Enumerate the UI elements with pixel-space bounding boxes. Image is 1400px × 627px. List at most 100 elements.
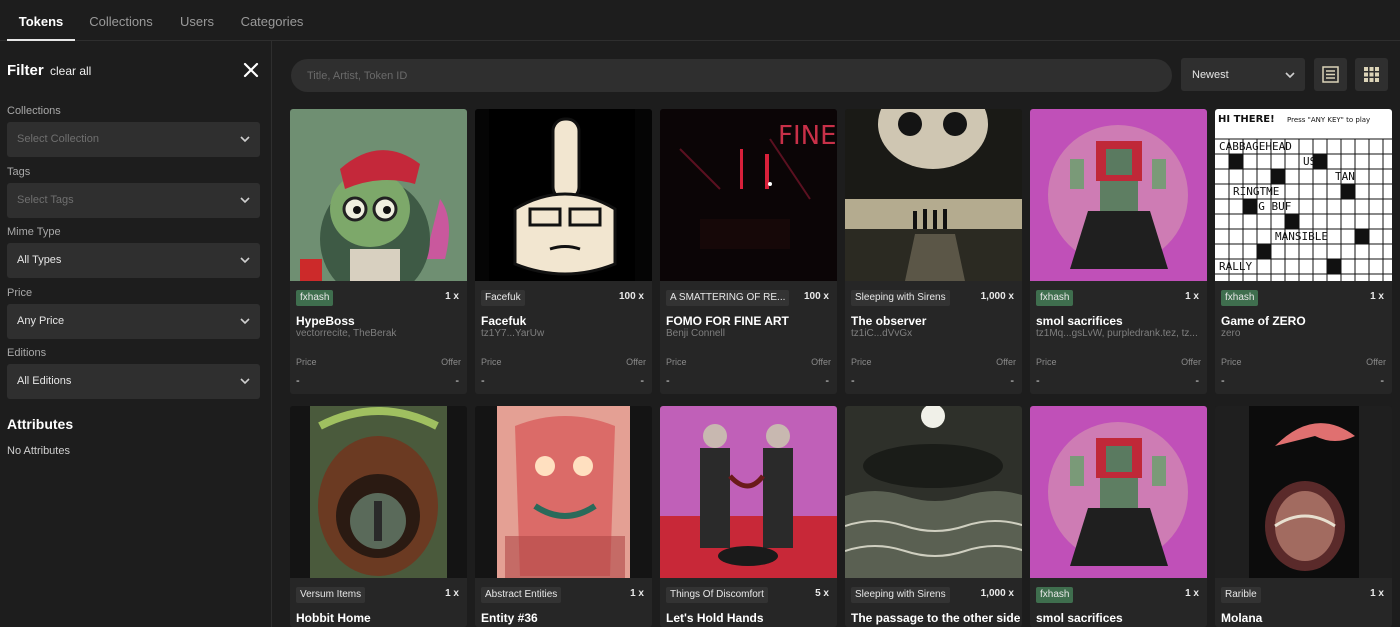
token-card[interactable]: HI THERE! Press "ANY KEY" to play CABBAG…: [1215, 109, 1392, 394]
grid-view-button[interactable]: [1355, 58, 1388, 91]
token-title[interactable]: Let's Hold Hands: [666, 611, 764, 625]
tab-categories[interactable]: Categories: [236, 0, 308, 41]
edition-count: 1 x: [1185, 588, 1199, 599]
offer-value: -: [640, 375, 644, 387]
token-card[interactable]: Versum Items 1 x Hobbit Home: [290, 406, 467, 627]
token-title[interactable]: The observer: [851, 314, 926, 328]
platform-badge[interactable]: A SMATTERING OF RE...: [666, 290, 790, 306]
price-label: Price: [1036, 357, 1057, 367]
platform-badge[interactable]: Sleeping with Sirens: [851, 587, 950, 603]
artwork-row-text: RALLY: [1219, 260, 1252, 273]
price-label: Price: [1221, 357, 1242, 367]
edition-count: 1 x: [445, 291, 459, 302]
token-card[interactable]: Sleeping with Sirens 1,000 x The observe…: [845, 109, 1022, 394]
offer-value: -: [455, 375, 459, 387]
collection-select[interactable]: Select Collection: [7, 122, 260, 157]
tags-label: Tags: [7, 166, 31, 178]
price-value: -: [481, 375, 485, 387]
attributes-title: Attributes: [7, 416, 74, 432]
price-value: -: [1221, 375, 1225, 387]
token-card[interactable]: Sleeping with Sirens 1,000 x The passage…: [845, 406, 1022, 627]
price-value: -: [296, 375, 300, 387]
token-artist[interactable]: tz1iC...dVvGx: [851, 328, 1016, 339]
token-image: [1030, 109, 1207, 281]
token-title[interactable]: FOMO FOR FINE ART: [666, 314, 789, 328]
token-title[interactable]: smol sacrifices: [1036, 314, 1123, 328]
attributes-empty-text: No Attributes: [7, 445, 70, 457]
token-image: [1215, 406, 1392, 578]
offer-label: Offer: [811, 357, 831, 367]
token-artist[interactable]: vectorrecite, TheBerak: [296, 328, 461, 339]
price-select[interactable]: Any Price: [7, 304, 260, 339]
clear-all-button[interactable]: clear all: [50, 64, 91, 78]
token-card[interactable]: fxhash 1 x smol sacrifices tz1Mq...gsLvW…: [1030, 109, 1207, 394]
token-card[interactable]: fxhash 1 x HypeBoss vectorrecite, TheBer…: [290, 109, 467, 394]
token-card[interactable]: Rarible 1 x Molana: [1215, 406, 1392, 627]
top-tab-bar: Tokens Collections Users Categories: [0, 0, 1400, 41]
token-artist[interactable]: zero: [1221, 328, 1386, 339]
token-card[interactable]: FINE A SMATTERING OF RE... 100 x FOMO FO…: [660, 109, 837, 394]
offer-label: Offer: [441, 357, 461, 367]
platform-badge[interactable]: fxhash: [1036, 587, 1074, 603]
token-title[interactable]: smol sacrifices: [1036, 611, 1123, 625]
token-image: [845, 406, 1022, 578]
editions-select[interactable]: All Editions: [7, 364, 260, 399]
token-image: [845, 109, 1022, 281]
tab-tokens[interactable]: Tokens: [7, 0, 75, 41]
token-image: [475, 406, 652, 578]
token-artist[interactable]: tz1Y7...YarUw: [481, 328, 646, 339]
token-title[interactable]: Game of ZERO: [1221, 314, 1306, 328]
price-value: Any Price: [17, 315, 65, 327]
platform-badge[interactable]: fxhash: [1036, 290, 1074, 306]
artwork-row-text: CABBAGEHEAD: [1219, 140, 1292, 153]
token-title[interactable]: The passage to the other side: [851, 611, 1020, 625]
platform-badge[interactable]: fxhash: [1221, 290, 1259, 306]
tab-collections[interactable]: Collections: [82, 0, 160, 41]
edition-count: 1 x: [1185, 291, 1199, 302]
artwork-row-text: MANSIBLE: [1275, 230, 1328, 243]
platform-badge[interactable]: Versum Items: [296, 587, 366, 603]
tags-select[interactable]: Select Tags: [7, 183, 260, 218]
token-artist[interactable]: Benji Connell: [666, 328, 831, 339]
token-title[interactable]: Hobbit Home: [296, 611, 371, 625]
tab-users[interactable]: Users: [172, 0, 222, 41]
chevron-down-icon: [240, 197, 250, 204]
platform-badge[interactable]: Sleeping with Sirens: [851, 290, 950, 306]
token-card[interactable]: Things Of Discomfort 5 x Let's Hold Hand…: [660, 406, 837, 627]
token-title[interactable]: Molana: [1221, 611, 1262, 625]
token-image: [1030, 406, 1207, 578]
token-card[interactable]: Facefuk 100 x Facefuk tz1Y7...YarUw Pric…: [475, 109, 652, 394]
search-bar[interactable]: [291, 59, 1172, 92]
platform-badge[interactable]: Rarible: [1221, 587, 1261, 603]
artwork-row-text: SNG BUF: [1245, 200, 1291, 213]
token-title[interactable]: Entity #36: [481, 611, 538, 625]
price-label: Price: [666, 357, 687, 367]
collection-select-placeholder: Select Collection: [17, 133, 99, 145]
sort-value: Newest: [1192, 69, 1229, 81]
editions-label: Editions: [7, 347, 47, 359]
offer-value: -: [1010, 375, 1014, 387]
token-title[interactable]: HypeBoss: [296, 314, 355, 328]
list-view-button[interactable]: [1314, 58, 1347, 91]
mime-type-select[interactable]: All Types: [7, 243, 260, 278]
offer-label: Offer: [1181, 357, 1201, 367]
artwork-header-text: HI THERE!: [1218, 114, 1275, 125]
token-artist[interactable]: tz1Mq...gsLvW, purpledrank.tez, tz...: [1036, 328, 1201, 339]
platform-badge[interactable]: Facefuk: [481, 290, 525, 306]
platform-badge[interactable]: fxhash: [296, 290, 334, 306]
price-label: Price: [851, 357, 872, 367]
token-card[interactable]: fxhash 1 x smol sacrifices: [1030, 406, 1207, 627]
search-input[interactable]: [307, 59, 1147, 92]
offer-value: -: [1195, 375, 1199, 387]
token-card[interactable]: Abstract Entities 1 x Entity #36: [475, 406, 652, 627]
token-image: [660, 406, 837, 578]
token-image: HI THERE! Press "ANY KEY" to play CABBAG…: [1215, 109, 1392, 281]
mime-type-label: Mime Type: [7, 226, 61, 238]
sort-select[interactable]: Newest: [1181, 58, 1305, 91]
platform-badge[interactable]: Things Of Discomfort: [666, 587, 768, 603]
edition-count: 1 x: [630, 588, 644, 599]
close-icon[interactable]: [243, 62, 259, 78]
platform-badge[interactable]: Abstract Entities: [481, 587, 562, 603]
token-title[interactable]: Facefuk: [481, 314, 526, 328]
token-image: [290, 109, 467, 281]
